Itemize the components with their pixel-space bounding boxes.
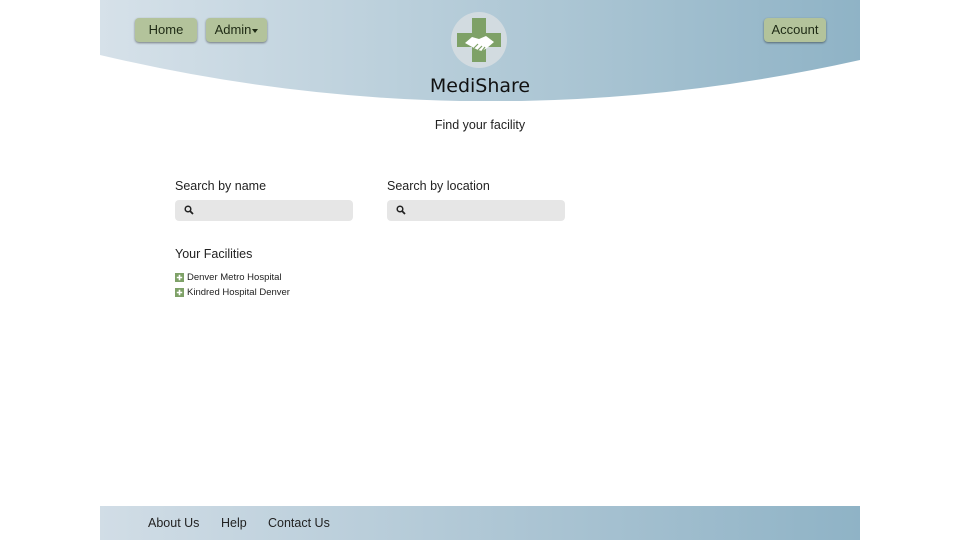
search-by-name-input[interactable] — [199, 200, 347, 221]
facility-item-label: Denver Metro Hospital — [187, 272, 282, 283]
search-by-location-label: Search by location — [387, 179, 490, 193]
page-frame: Home Admin Account MediShare Find your f… — [100, 0, 860, 540]
logo — [451, 12, 507, 68]
account-button[interactable]: Account — [764, 18, 826, 42]
search-by-name-field[interactable] — [175, 200, 353, 221]
account-button-label: Account — [771, 22, 819, 37]
search-by-location-input[interactable] — [411, 200, 559, 221]
caret-down-icon — [252, 28, 259, 33]
plus-square-icon — [175, 288, 184, 297]
plus-square-icon — [175, 273, 184, 282]
magnifier-icon — [184, 205, 194, 215]
footer: About Us Help Contact Us — [100, 506, 860, 540]
admin-button-label: Admin — [214, 22, 252, 37]
home-button-label: Home — [148, 22, 184, 37]
search-by-name-label: Search by name — [175, 179, 267, 193]
contact-us-link[interactable]: Contact Us — [268, 516, 330, 530]
magnifier-icon — [396, 205, 406, 215]
facility-item[interactable]: Kindred Hospital Denver — [175, 286, 290, 299]
help-link[interactable]: Help — [221, 516, 247, 530]
facility-item[interactable]: Denver Metro Hospital — [175, 271, 282, 284]
facility-item-label: Kindred Hospital Denver — [187, 287, 290, 298]
your-facilities-heading: Your Facilities — [175, 247, 253, 261]
page-subtitle: Find your facility — [434, 118, 526, 132]
home-button[interactable]: Home — [135, 18, 197, 42]
about-us-link[interactable]: About Us — [148, 516, 199, 530]
admin-dropdown-button[interactable]: Admin — [206, 18, 267, 42]
search-by-location-field[interactable] — [387, 200, 565, 221]
app-title: MediShare — [429, 75, 531, 97]
medical-cross-handshake-icon — [457, 18, 501, 62]
